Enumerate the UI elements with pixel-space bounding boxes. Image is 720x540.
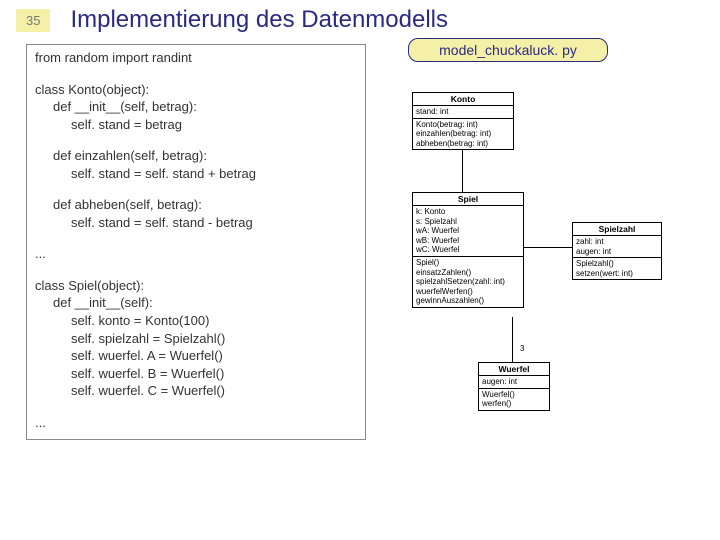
slide-content: from random import randint class Konto(o…	[0, 38, 720, 440]
uml-class-spiel: Spiel k: Konto s: Spielzahl wA: Wuerfel …	[412, 192, 524, 308]
uml-class-title: Konto	[413, 93, 513, 106]
uml-attr: augen: int	[576, 247, 658, 257]
uml-attr: zahl: int	[576, 237, 658, 247]
filename-label: model_chuckaluck. py	[408, 38, 608, 62]
uml-class-title: Spiel	[413, 193, 523, 206]
code-line: def abheben(self, betrag):	[35, 196, 357, 214]
code-listing: from random import randint class Konto(o…	[26, 44, 366, 440]
code-line: class Spiel(object):	[35, 277, 357, 295]
uml-attr: wA: Wuerfel	[416, 226, 520, 236]
code-line: self. wuerfel. C = Wuerfel()	[35, 382, 357, 400]
uml-class-title: Spielzahl	[573, 223, 661, 236]
uml-attr: wC: Wuerfel	[416, 245, 520, 255]
uml-op: Spiel()	[416, 258, 520, 268]
uml-op: gewinnAuszahlen()	[416, 296, 520, 306]
code-line: self. wuerfel. A = Wuerfel()	[35, 347, 357, 365]
code-line: self. wuerfel. B = Wuerfel()	[35, 365, 357, 383]
code-line: class Konto(object):	[35, 81, 357, 99]
slide-title: Implementierung des Datenmodells	[70, 6, 448, 34]
code-line: def __init__(self, betrag):	[35, 98, 357, 116]
code-line: ...	[35, 245, 357, 263]
uml-op: Konto(betrag: int)	[416, 120, 510, 130]
uml-class-title: Wuerfel	[479, 363, 549, 376]
uml-connector	[512, 317, 513, 362]
uml-connector	[524, 247, 572, 248]
uml-op: werfen()	[482, 399, 546, 409]
uml-op: setzen(wert: int)	[576, 269, 658, 279]
uml-class-konto: Konto stand: int Konto(betrag: int) einz…	[412, 92, 514, 150]
uml-op: Spielzahl()	[576, 259, 658, 269]
uml-connector	[462, 150, 463, 192]
page-number-badge: 35	[16, 9, 50, 32]
uml-op: einzahlen(betrag: int)	[416, 129, 510, 139]
code-line: def __init__(self):	[35, 294, 357, 312]
uml-attr: k: Konto	[416, 207, 520, 217]
uml-class-spielzahl: Spielzahl zahl: int augen: int Spielzahl…	[572, 222, 662, 280]
uml-op: spielzahlSetzen(zahl: int)	[416, 277, 520, 287]
code-line: self. spielzahl = Spielzahl()	[35, 330, 357, 348]
uml-attr: augen: int	[482, 377, 546, 387]
uml-attr: wB: Wuerfel	[416, 236, 520, 246]
code-line: from random import randint	[35, 49, 357, 67]
uml-op: abheben(betrag: int)	[416, 139, 510, 149]
code-line: def einzahlen(self, betrag):	[35, 147, 357, 165]
uml-op: wuerfelWerfen()	[416, 287, 520, 297]
code-line: self. konto = Konto(100)	[35, 312, 357, 330]
code-line: ...	[35, 414, 357, 432]
slide-header: 35 Implementierung des Datenmodells	[0, 0, 720, 38]
code-line: self. stand = self. stand + betrag	[35, 165, 357, 183]
uml-op: einsatzZahlen()	[416, 268, 520, 278]
code-line: self. stand = betrag	[35, 116, 357, 134]
uml-op: Wuerfel()	[482, 390, 546, 400]
uml-class-wuerfel: Wuerfel augen: int Wuerfel() werfen()	[478, 362, 550, 411]
code-line: self. stand = self. stand - betrag	[35, 214, 357, 232]
uml-multiplicity: 3	[520, 344, 524, 353]
uml-attr: s: Spielzahl	[416, 217, 520, 227]
uml-attr: stand: int	[416, 107, 510, 117]
